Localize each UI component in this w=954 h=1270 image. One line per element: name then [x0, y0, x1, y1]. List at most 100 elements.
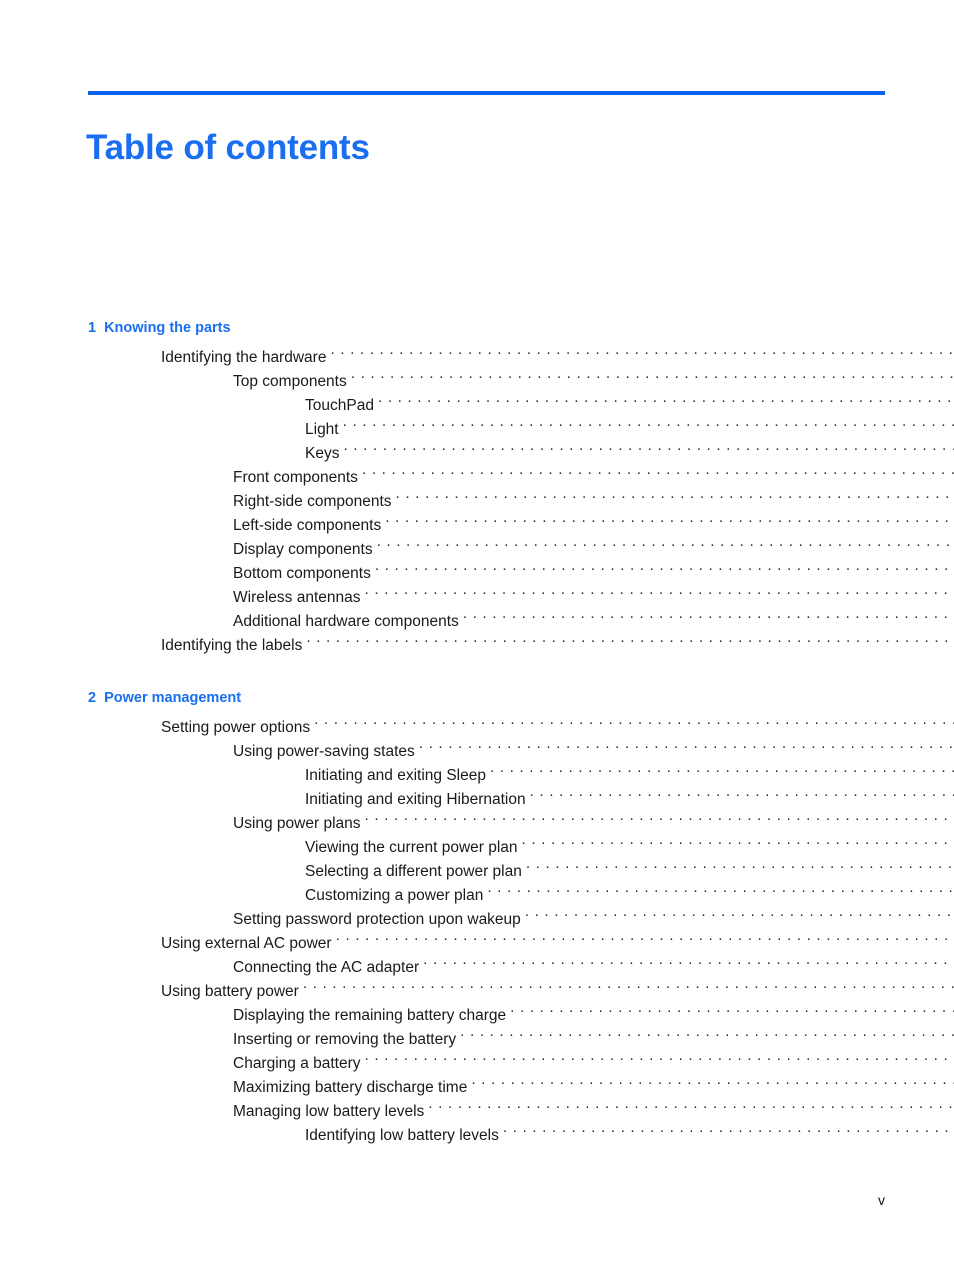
toc-entry-inner: Additional hardware components9 — [233, 610, 954, 634]
toc-entry-inner: Viewing the current power plan12 — [305, 836, 954, 860]
toc-entry[interactable]: Using external AC power13 — [0, 932, 954, 956]
toc-entry[interactable]: Customizing a power plan13 — [0, 884, 954, 908]
toc-entry-label: Setting power options — [161, 719, 311, 736]
dot-leader — [525, 909, 954, 925]
toc-entry-inner: Selecting a different power plan12 — [305, 860, 954, 884]
toc-entry-inner: Connecting the AC adapter14 — [233, 956, 954, 980]
toc-entry-label: Display components — [233, 541, 373, 558]
toc-entry-label: Identifying the labels — [161, 637, 303, 654]
toc-entry[interactable]: Using power plans12 — [0, 812, 954, 836]
toc-entry[interactable]: Top components1 — [0, 370, 954, 394]
toc-entry[interactable]: Identifying the hardware1 — [0, 346, 954, 370]
toc-entry[interactable]: Identifying low battery levels17 — [0, 1124, 954, 1148]
toc-entry[interactable]: TouchPad1 — [0, 394, 954, 418]
toc-entry-label: Light — [305, 421, 339, 438]
toc-entry[interactable]: Connecting the AC adapter14 — [0, 956, 954, 980]
toc-entry-inner: Using power-saving states11 — [233, 740, 954, 764]
dot-leader — [460, 1029, 954, 1045]
dot-leader — [503, 1125, 954, 1141]
toc-entry[interactable]: Setting password protection upon wakeup1… — [0, 908, 954, 932]
toc-entry-label: Customizing a power plan — [305, 887, 484, 904]
toc-entry-inner: Light2 — [305, 418, 954, 442]
dot-leader — [362, 467, 954, 483]
toc-entry[interactable]: Light2 — [0, 418, 954, 442]
dot-leader — [526, 861, 954, 877]
chapter-heading-1[interactable]: 1 Knowing the parts — [88, 318, 954, 338]
toc-entry[interactable]: Managing low battery levels17 — [0, 1100, 954, 1124]
toc-entry-inner: Wireless antennas8 — [233, 586, 954, 610]
toc-entry-inner: Top components1 — [233, 370, 954, 394]
footer-page-number: v — [878, 1192, 885, 1208]
toc-entry-label: Using external AC power — [161, 935, 332, 952]
toc-entry-inner: Bottom components7 — [233, 562, 954, 586]
toc-entry[interactable]: Using power-saving states11 — [0, 740, 954, 764]
toc-entry[interactable]: Display components6 — [0, 538, 954, 562]
table-of-contents: 1 Knowing the parts Identifying the hardwa… — [0, 318, 954, 1148]
toc-chapter: 1 Knowing the parts Identifying the hardwa… — [0, 318, 954, 658]
dot-leader — [343, 419, 954, 435]
toc-entry[interactable]: Inserting or removing the battery15 — [0, 1028, 954, 1052]
toc-entry-inner: Right-side components5 — [233, 490, 954, 514]
toc-entry[interactable]: Bottom components7 — [0, 562, 954, 586]
toc-entry[interactable]: Right-side components5 — [0, 490, 954, 514]
toc-entry[interactable]: Viewing the current power plan12 — [0, 836, 954, 860]
toc-entry[interactable]: Front components3 — [0, 466, 954, 490]
dot-leader — [396, 491, 954, 507]
toc-entry-inner: Left-side components5 — [233, 514, 954, 538]
toc-entry[interactable]: Initiating and exiting Hibernation12 — [0, 788, 954, 812]
toc-entry[interactable]: Using battery power14 — [0, 980, 954, 1004]
toc-entry-label: Initiating and exiting Sleep — [305, 767, 486, 784]
toc-entry-inner: Keys3 — [305, 442, 954, 466]
toc-entry-label: TouchPad — [305, 397, 374, 414]
toc-entry[interactable]: Charging a battery16 — [0, 1052, 954, 1076]
toc-entry-inner: Setting password protection upon wakeup1… — [233, 908, 954, 932]
document-page: Table of contents 1 Knowing the parts Iden… — [0, 0, 954, 1270]
dot-leader — [377, 539, 954, 555]
toc-entry-label: Using power-saving states — [233, 743, 415, 760]
toc-entry[interactable]: Initiating and exiting Sleep11 — [0, 764, 954, 788]
toc-entry-inner: Initiating and exiting Hibernation12 — [305, 788, 954, 812]
toc-entry[interactable]: Displaying the remaining battery charge1… — [0, 1004, 954, 1028]
toc-entry[interactable]: Keys3 — [0, 442, 954, 466]
dot-leader — [365, 1053, 954, 1069]
toc-entry-inner: Front components3 — [233, 466, 954, 490]
toc-entry-inner: Identifying the hardware1 — [161, 346, 954, 370]
toc-entry-label: Setting password protection upon wakeup — [233, 911, 521, 928]
dot-leader — [336, 933, 954, 949]
toc-entry[interactable]: Additional hardware components9 — [0, 610, 954, 634]
chapter-number: 2 — [88, 690, 97, 706]
toc-entry-inner: Customizing a power plan13 — [305, 884, 954, 908]
toc-entry-inner: Managing low battery levels17 — [233, 1100, 954, 1124]
toc-entry-label: Displaying the remaining battery charge — [233, 1007, 507, 1024]
dot-leader — [385, 515, 954, 531]
toc-entry-label: Initiating and exiting Hibernation — [305, 791, 526, 808]
toc-entry[interactable]: Setting power options11 — [0, 716, 954, 740]
toc-entry-inner: Using external AC power13 — [161, 932, 954, 956]
toc-entry[interactable]: Selecting a different power plan12 — [0, 860, 954, 884]
dot-leader — [428, 1101, 954, 1117]
dot-leader — [487, 885, 954, 901]
toc-entry-inner: Display components6 — [233, 538, 954, 562]
dot-leader — [375, 563, 954, 579]
toc-entry-inner: Using power plans12 — [233, 812, 954, 836]
toc-entry[interactable]: Identifying the labels9 — [0, 634, 954, 658]
toc-entry-label: Identifying low battery levels — [305, 1127, 499, 1144]
toc-entry-inner: Identifying the labels9 — [161, 634, 954, 658]
toc-entry[interactable]: Left-side components5 — [0, 514, 954, 538]
dot-leader — [303, 981, 954, 997]
dot-leader — [510, 1005, 954, 1021]
chapter-title: Power management — [104, 690, 242, 706]
chapter-heading-2[interactable]: 2 Power management — [88, 688, 954, 708]
toc-entry-label: Left-side components — [233, 517, 382, 534]
toc-entry-inner: Maximizing battery discharge time17 — [233, 1076, 954, 1100]
dot-leader — [365, 813, 954, 829]
toc-entry-inner: Identifying low battery levels17 — [305, 1124, 954, 1148]
toc-entry-inner: TouchPad1 — [305, 394, 954, 418]
dot-leader — [419, 741, 954, 757]
dot-leader — [314, 717, 954, 733]
toc-entry-label: Keys — [305, 445, 340, 462]
toc-entry[interactable]: Wireless antennas8 — [0, 586, 954, 610]
toc-entry[interactable]: Maximizing battery discharge time17 — [0, 1076, 954, 1100]
toc-entry-label: Wireless antennas — [233, 589, 361, 606]
dot-leader — [471, 1077, 954, 1093]
